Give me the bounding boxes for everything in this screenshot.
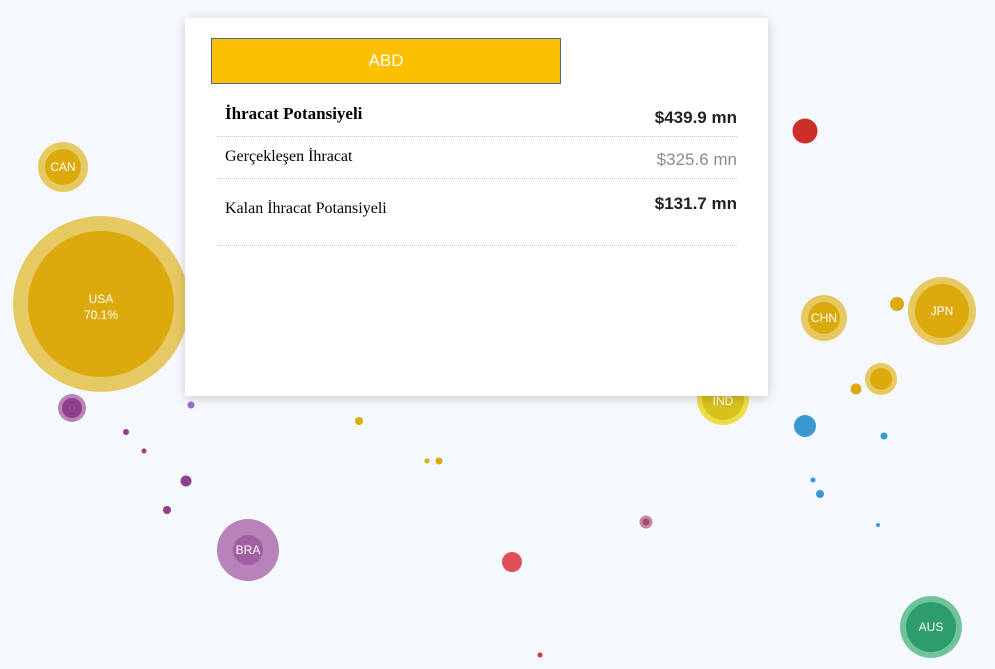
bubble-dot[interactable] (141, 448, 147, 454)
bubble-red-large[interactable] (792, 118, 818, 144)
bubble-dot[interactable] (187, 401, 195, 409)
bubble-dot[interactable] (123, 429, 129, 435)
bubble-chn[interactable] (808, 302, 840, 334)
bubble-dot[interactable] (355, 417, 363, 425)
tooltip-row-export-potential: İhracat Potansiyeli $439.9 mn (217, 100, 737, 137)
country-tooltip: ABD İhracat Potansiyeli $439.9 mn Gerçek… (185, 18, 768, 396)
bubble-blue[interactable] (794, 415, 816, 437)
tooltip-row-remaining-potential: Kalan İhracat Potansiyeli $131.7 mn (217, 178, 737, 246)
tooltip-row-value: $131.7 mn (654, 194, 737, 213)
bubble-jpn[interactable] (915, 284, 969, 338)
bubble-dot[interactable] (424, 458, 430, 464)
bubble-dot[interactable] (816, 490, 824, 498)
bubble-aus[interactable] (906, 602, 956, 652)
bubble-red[interactable] (502, 552, 522, 572)
bubble-dot[interactable] (537, 652, 543, 658)
bubble-can[interactable] (45, 149, 81, 185)
tooltip-country-title: ABD (211, 38, 561, 84)
bubble-usa[interactable] (28, 231, 174, 377)
tooltip-row-realized-export: Gerçekleşen İhracat $325.6 mn (217, 136, 737, 179)
tooltip-row-label: Gerçekleşen İhracat (225, 148, 353, 165)
bubble-dot[interactable] (880, 432, 888, 440)
bubble-gold[interactable] (870, 368, 892, 390)
bubble-dot[interactable] (850, 383, 862, 395)
tooltip-row-value: $439.9 mn (654, 108, 737, 127)
tooltip-row-value: $325.6 mn (656, 150, 737, 169)
bubble-dot[interactable] (876, 523, 880, 527)
bubble-dot[interactable] (435, 457, 443, 465)
bubble-dot[interactable] (890, 297, 904, 311)
bubble-dot[interactable] (180, 475, 192, 487)
bubble-dot[interactable] (810, 477, 816, 483)
bubble-bra[interactable] (233, 535, 263, 565)
bubble-dot[interactable] (642, 518, 650, 526)
bubble-dot[interactable] (163, 506, 171, 514)
tooltip-row-label: Kalan İhracat Potansiyeli (225, 200, 387, 217)
bubble-purple[interactable] (62, 398, 82, 418)
tooltip-row-label: İhracat Potansiyeli (225, 104, 363, 123)
